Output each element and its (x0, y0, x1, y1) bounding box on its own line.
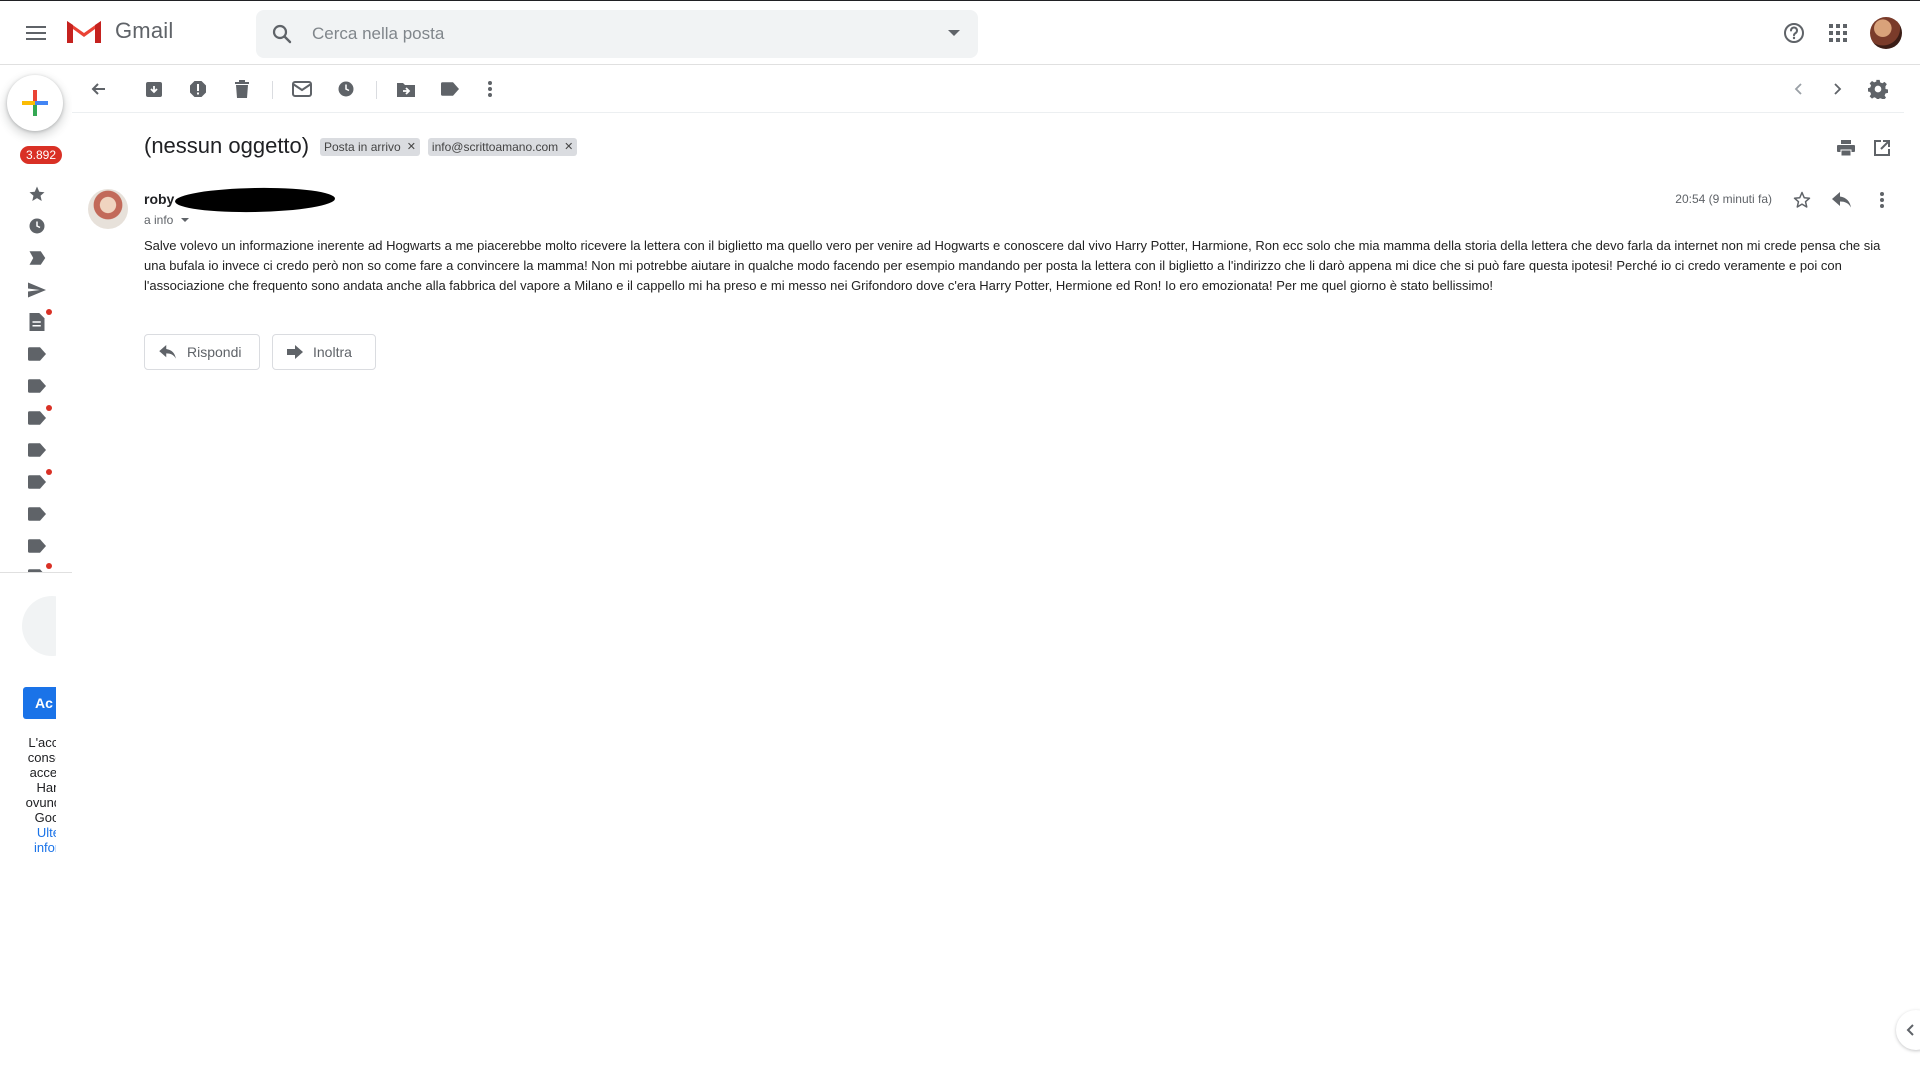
sidebar-item-sent[interactable] (26, 279, 48, 301)
unread-dot (46, 469, 52, 475)
inbox-unread-badge[interactable]: 3.892 (20, 146, 62, 164)
sender-name: roby (144, 191, 175, 207)
toolbar-divider (272, 81, 273, 99)
app-name: Gmail (115, 18, 174, 43)
reply-button-label: Rispondi (187, 344, 242, 360)
mark-unread-icon[interactable] (288, 75, 316, 103)
sidebar-item-label[interactable] (26, 439, 48, 461)
unread-dot (46, 405, 52, 411)
sender-avatar[interactable] (88, 189, 128, 229)
unread-dot (46, 563, 52, 569)
side-panel-toggle[interactable] (1896, 1010, 1920, 1050)
recipient-text: a info (144, 213, 174, 227)
remove-label-close-icon[interactable]: ✕ (564, 138, 573, 156)
left-navigation: 3.892 (0, 65, 72, 573)
label-icon[interactable] (436, 75, 464, 103)
hangouts-avatar-placeholder (22, 596, 56, 656)
delete-icon[interactable] (228, 75, 256, 103)
sidebar-item-label[interactable] (26, 535, 48, 557)
archive-icon[interactable] (140, 75, 168, 103)
message-labels: Posta in arrivo ✕ info@scrittoamano.com … (320, 138, 585, 156)
label-icon (28, 539, 46, 553)
snooze-clock-icon[interactable] (332, 75, 360, 103)
label-chip-inbox[interactable]: Posta in arrivo ✕ (320, 138, 420, 156)
send-icon (28, 282, 46, 298)
main-menu-icon[interactable] (18, 17, 54, 49)
chevron-left-icon (1906, 1024, 1914, 1036)
hangouts-learn-more-link[interactable]: Ulteri inform (22, 825, 56, 855)
compose-plus-icon (22, 90, 48, 116)
print-icon[interactable] (1832, 134, 1860, 162)
label-icon (28, 507, 46, 521)
label-chip-text: Posta in arrivo (324, 140, 401, 154)
message-body: Salve volevo un informazione inerente ad… (144, 238, 1881, 293)
toolbar-divider (376, 81, 377, 99)
forward-button-label: Inoltra (313, 344, 352, 360)
next-chevron-right-icon[interactable] (1824, 75, 1852, 103)
hangouts-text: L'acce ti conse di accec a Hang ovunq su… (25, 735, 56, 825)
draft-icon (29, 313, 45, 331)
reply-button[interactable]: Rispondi (144, 334, 260, 370)
recipient-chevron-down-icon[interactable] (181, 218, 190, 222)
search-input[interactable] (312, 10, 912, 58)
label-icon (28, 443, 46, 457)
move-to-folder-icon[interactable] (392, 75, 420, 103)
search-icon[interactable] (270, 22, 294, 46)
hangouts-description: L'acce ti conse di accec a Hang ovunq su… (22, 735, 56, 855)
sidebar-item-snoozed[interactable] (26, 215, 48, 237)
recipient-details[interactable]: a info (144, 213, 190, 227)
label-icon (28, 475, 46, 489)
settings-gear-icon[interactable] (1864, 75, 1892, 103)
sidebar-item-label[interactable] (26, 503, 48, 525)
reply-icon[interactable] (1828, 186, 1856, 214)
back-arrow-icon[interactable] (84, 75, 112, 103)
clock-icon (29, 218, 45, 234)
search-bar[interactable] (256, 10, 978, 58)
important-icon (29, 251, 46, 265)
hangouts-panel: Ac L'acce ti conse di accec a Hang ovunq… (0, 580, 56, 920)
account-avatar[interactable] (1870, 16, 1902, 49)
label-icon (28, 379, 46, 393)
more-vertical-icon[interactable] (1868, 186, 1896, 214)
apps-grid-icon[interactable] (1818, 13, 1858, 53)
star-icon[interactable] (1788, 186, 1816, 214)
gmail-m-icon (67, 21, 101, 43)
hangouts-signin-button[interactable]: Ac (23, 687, 56, 719)
sidebar-divider (0, 572, 72, 573)
message-timestamp: 20:54 (9 minuti fa) (1675, 192, 1772, 206)
label-icon (28, 411, 46, 425)
sidebar-item-important[interactable] (26, 247, 48, 269)
compose-button[interactable] (7, 75, 63, 131)
more-vertical-icon[interactable] (476, 75, 504, 103)
report-spam-icon[interactable] (184, 75, 212, 103)
remove-label-close-icon[interactable]: ✕ (407, 138, 416, 156)
label-chip-address[interactable]: info@scrittoamano.com ✕ (427, 138, 578, 156)
previous-chevron-left-icon[interactable] (1784, 75, 1812, 103)
sidebar-item-label[interactable] (26, 375, 48, 397)
open-new-window-icon[interactable] (1868, 134, 1896, 162)
sidebar-item-label[interactable] (26, 343, 48, 365)
star-icon (29, 186, 45, 201)
sidebar-item-label[interactable] (26, 405, 52, 429)
sidebar-item-label[interactable] (26, 469, 52, 493)
message-subject: (nessun oggetto) (144, 133, 310, 158)
sidebar-item-starred[interactable] (26, 183, 48, 205)
message-toolbar (72, 65, 1904, 113)
header-actions (1774, 1, 1920, 64)
search-options-chevron-down-icon[interactable] (948, 30, 960, 36)
gmail-logo[interactable]: Gmail (65, 17, 173, 45)
unread-dot (46, 309, 52, 315)
label-chip-text: info@scrittoamano.com (431, 140, 559, 154)
forward-arrow-icon (287, 345, 303, 359)
header: Gmail (0, 1, 1920, 65)
forward-button[interactable]: Inoltra (272, 334, 376, 370)
sidebar-item-drafts[interactable] (26, 309, 52, 333)
label-icon (28, 347, 46, 361)
redacted-sender-email (174, 186, 336, 214)
help-icon[interactable] (1774, 13, 1814, 53)
reply-arrow-icon (159, 345, 176, 359)
